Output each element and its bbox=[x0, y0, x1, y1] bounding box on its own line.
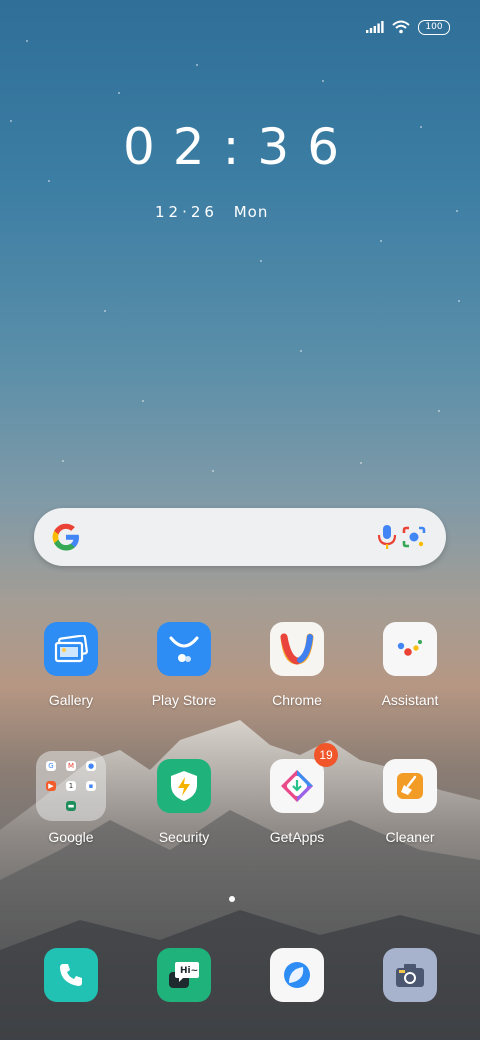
google-search-bar[interactable] bbox=[34, 508, 446, 566]
app-security[interactable]: Security bbox=[134, 759, 234, 845]
getapps-icon: 19 bbox=[270, 743, 338, 813]
battery-indicator: 100 bbox=[418, 19, 450, 35]
youtube-mini-icon: ▶ bbox=[46, 781, 56, 791]
clock-date[interactable]: 12·26 Mon bbox=[155, 203, 268, 221]
mic-icon[interactable] bbox=[376, 523, 398, 551]
assistant-icon bbox=[383, 622, 437, 676]
maps-mini-icon: ● bbox=[86, 761, 96, 771]
chrome-icon bbox=[270, 622, 324, 676]
drive-mini-icon: 1 bbox=[66, 781, 76, 791]
messaging-icon: Hi~ bbox=[157, 948, 211, 1002]
google-logo-icon bbox=[52, 523, 79, 551]
notification-badge: 19 bbox=[314, 743, 338, 767]
meet-mini-icon: ▬ bbox=[66, 801, 76, 811]
wifi-icon bbox=[392, 20, 410, 34]
app-play-store[interactable]: Play Store bbox=[134, 622, 234, 708]
signal-icon bbox=[366, 21, 384, 33]
google-mini-icon: G bbox=[46, 761, 56, 771]
app-gallery[interactable]: Gallery bbox=[21, 622, 121, 708]
camera-icon bbox=[383, 948, 437, 1002]
app-label: Gallery bbox=[48, 692, 94, 708]
lens-camera-icon[interactable] bbox=[400, 523, 428, 551]
browser-icon bbox=[270, 948, 324, 1002]
app-label: GetApps bbox=[269, 829, 325, 845]
dock-messaging[interactable]: Hi~ bbox=[134, 948, 234, 1002]
status-bar: 100 bbox=[366, 16, 450, 38]
page-indicator bbox=[229, 896, 235, 902]
app-chrome[interactable]: Chrome bbox=[247, 622, 347, 708]
app-label: Cleaner bbox=[385, 829, 435, 845]
clock-time[interactable]: 02:36 bbox=[0, 118, 480, 176]
phone-icon bbox=[44, 948, 98, 1002]
app-label: Chrome bbox=[272, 692, 322, 708]
app-google-folder[interactable]: G M ● ▶ 1 ▪ ▬ Google bbox=[21, 751, 121, 845]
folder-icon: G M ● ▶ 1 ▪ ▬ bbox=[36, 751, 106, 821]
app-label: Security bbox=[158, 829, 210, 845]
gallery-icon bbox=[44, 622, 98, 676]
cleaner-broom-icon bbox=[383, 759, 437, 813]
dock-browser[interactable] bbox=[247, 948, 347, 1002]
app-getapps[interactable]: 19 GetApps bbox=[247, 743, 347, 845]
dock-phone[interactable] bbox=[21, 948, 121, 1002]
security-shield-icon bbox=[157, 759, 211, 813]
gmail-mini-icon: M bbox=[66, 761, 76, 771]
date-number: 12·26 bbox=[155, 203, 218, 221]
app-label: Assistant bbox=[381, 692, 439, 708]
svg-text:Hi~: Hi~ bbox=[180, 966, 198, 976]
app-cleaner[interactable]: Cleaner bbox=[360, 759, 460, 845]
store-bag-icon bbox=[157, 622, 211, 676]
dock-camera[interactable] bbox=[360, 948, 460, 1002]
app-assistant[interactable]: Assistant bbox=[360, 622, 460, 708]
weekday: Mon bbox=[233, 203, 269, 221]
app-label: Play Store bbox=[151, 692, 217, 708]
duo-mini-icon: ▪ bbox=[86, 781, 96, 791]
app-label: Google bbox=[48, 829, 94, 845]
